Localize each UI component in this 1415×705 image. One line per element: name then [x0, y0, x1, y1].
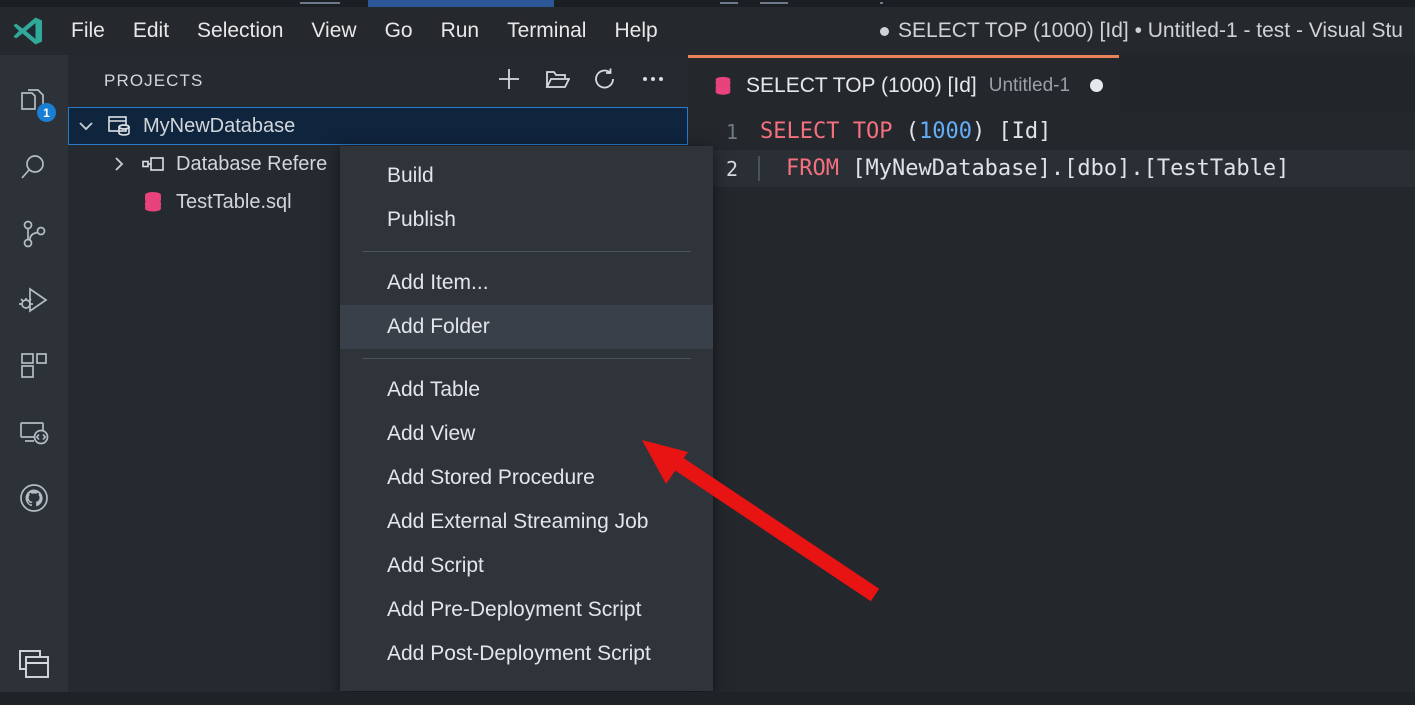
database-references-icon	[136, 152, 170, 176]
run-debug-icon	[18, 284, 50, 316]
bottom-strip	[0, 692, 1415, 705]
context-menu-item-add-item[interactable]: Add Item...	[340, 261, 713, 305]
activity-item-explorer[interactable]: 1	[0, 69, 68, 135]
refresh-button[interactable]	[592, 68, 618, 94]
activity-item-remote-explorer[interactable]	[0, 399, 68, 465]
activity-item-github[interactable]	[0, 465, 68, 531]
context-menu-item-add-script[interactable]: Add Script	[340, 544, 713, 588]
token-keyword: FROM	[786, 156, 852, 181]
activity-item-run-and-debug[interactable]	[0, 267, 68, 333]
windows-stack-icon	[17, 647, 51, 681]
panel-actions	[496, 68, 666, 94]
title-bar: File Edit Selection View Go Run Terminal…	[0, 7, 1415, 55]
menu-go[interactable]: Go	[371, 15, 427, 47]
explorer-badge: 1	[37, 103, 56, 122]
chevron-right-icon[interactable]	[102, 154, 136, 174]
database-project-icon	[103, 113, 137, 139]
tree-item-label: Database Refere	[170, 153, 327, 176]
search-icon	[18, 152, 50, 184]
code-line-text: SELECT TOP (1000) [Id]	[760, 119, 1051, 144]
menu-bar: File Edit Selection View Go Run Terminal…	[57, 15, 672, 47]
code-line-2: 2 FROM [MyNewDatabase].[dbo].[TestTable]	[688, 150, 1415, 187]
new-project-button[interactable]	[496, 68, 522, 94]
more-actions-button[interactable]	[640, 68, 666, 94]
context-menu-item-add-pre-deployment-script[interactable]: Add Pre-Deployment Script	[340, 588, 713, 632]
context-menu-item-add-folder[interactable]: Add Folder	[340, 305, 713, 349]
line-number: 1	[688, 120, 760, 144]
context-menu-item-add-table[interactable]: Add Table	[340, 368, 713, 412]
plus-icon	[496, 66, 522, 97]
editor-area: SELECT TOP (1000) [Id] Untitled-1 1 SELE…	[688, 55, 1415, 705]
dirty-indicator-dot	[880, 27, 889, 36]
projects-panel-header: PROJECTS	[68, 55, 688, 107]
code-line-text: FROM [MyNewDatabase].[dbo].[TestTable]	[758, 156, 1289, 181]
context-menu-item-add-stored-procedure[interactable]: Add Stored Procedure	[340, 456, 713, 500]
activity-bar: 1	[0, 55, 68, 705]
window-title: SELECT TOP (1000) [Id] • Untitled-1 - te…	[880, 7, 1415, 55]
vscode-window: File Edit Selection View Go Run Terminal…	[0, 0, 1415, 705]
token-identifier: ) [Id]	[972, 119, 1051, 144]
editor-tab-label: SELECT TOP (1000) [Id]	[746, 74, 977, 98]
refresh-icon	[592, 66, 618, 97]
tree-item-label: TestTable.sql	[170, 191, 292, 214]
menu-view[interactable]: View	[297, 15, 370, 47]
editor-tabbar: SELECT TOP (1000) [Id] Untitled-1	[688, 55, 1415, 113]
context-menu-item-add-post-deployment-script[interactable]: Add Post-Deployment Script	[340, 632, 713, 676]
tree-item-label: MyNewDatabase	[137, 115, 295, 138]
menu-terminal[interactable]: Terminal	[493, 15, 600, 47]
token-identifier: (	[906, 119, 919, 144]
project-context-menu: Build Publish Add Item... Add Folder Add…	[340, 146, 713, 691]
code-editor[interactable]: 1 SELECT TOP (1000) [Id] 2 FROM [MyNewDa…	[688, 113, 1415, 705]
vscode-logo	[11, 14, 45, 48]
browser-tabstrip-sliver	[0, 0, 1415, 7]
context-menu-separator	[362, 251, 691, 252]
context-menu-item-build[interactable]: Build	[340, 154, 713, 198]
token-number: 1000	[919, 119, 972, 144]
context-menu-separator	[362, 358, 691, 359]
token-keyword: SELECT TOP	[760, 119, 906, 144]
extensions-icon	[18, 350, 50, 382]
menu-run[interactable]: Run	[427, 15, 494, 47]
context-menu-item-add-view[interactable]: Add View	[340, 412, 713, 456]
activity-item-extensions[interactable]	[0, 333, 68, 399]
menu-help[interactable]: Help	[600, 15, 671, 47]
remote-explorer-icon	[18, 416, 50, 448]
editor-tab-untitled-1[interactable]: SELECT TOP (1000) [Id] Untitled-1	[688, 55, 1119, 113]
sql-file-icon	[136, 190, 170, 214]
panel-title: PROJECTS	[104, 71, 496, 91]
ellipsis-icon	[640, 66, 666, 97]
menu-selection[interactable]: Selection	[183, 15, 297, 47]
tree-item-mynewdatabase[interactable]: MyNewDatabase	[68, 107, 688, 145]
code-line-1: 1 SELECT TOP (1000) [Id]	[688, 113, 1415, 150]
window-title-text: SELECT TOP (1000) [Id] • Untitled-1 - te…	[898, 19, 1403, 43]
activity-item-search[interactable]	[0, 135, 68, 201]
menu-edit[interactable]: Edit	[119, 15, 183, 47]
token-identifier: [MyNewDatabase].[dbo].[TestTable]	[852, 156, 1289, 181]
sql-file-icon	[712, 75, 734, 97]
folder-open-icon	[544, 66, 570, 97]
context-menu-item-publish[interactable]: Publish	[340, 198, 713, 242]
editor-tab-description: Untitled-1	[989, 75, 1070, 97]
activity-item-source-control[interactable]	[0, 201, 68, 267]
source-control-icon	[18, 218, 50, 250]
context-menu-item-add-external-streaming-job[interactable]: Add External Streaming Job	[340, 500, 713, 544]
menu-file[interactable]: File	[57, 15, 119, 47]
editor-tab-dirty-dot[interactable]	[1090, 79, 1103, 92]
chevron-down-icon[interactable]	[69, 116, 103, 136]
github-icon	[18, 482, 50, 514]
open-project-button[interactable]	[544, 68, 570, 94]
activity-item-windows[interactable]	[0, 631, 68, 697]
